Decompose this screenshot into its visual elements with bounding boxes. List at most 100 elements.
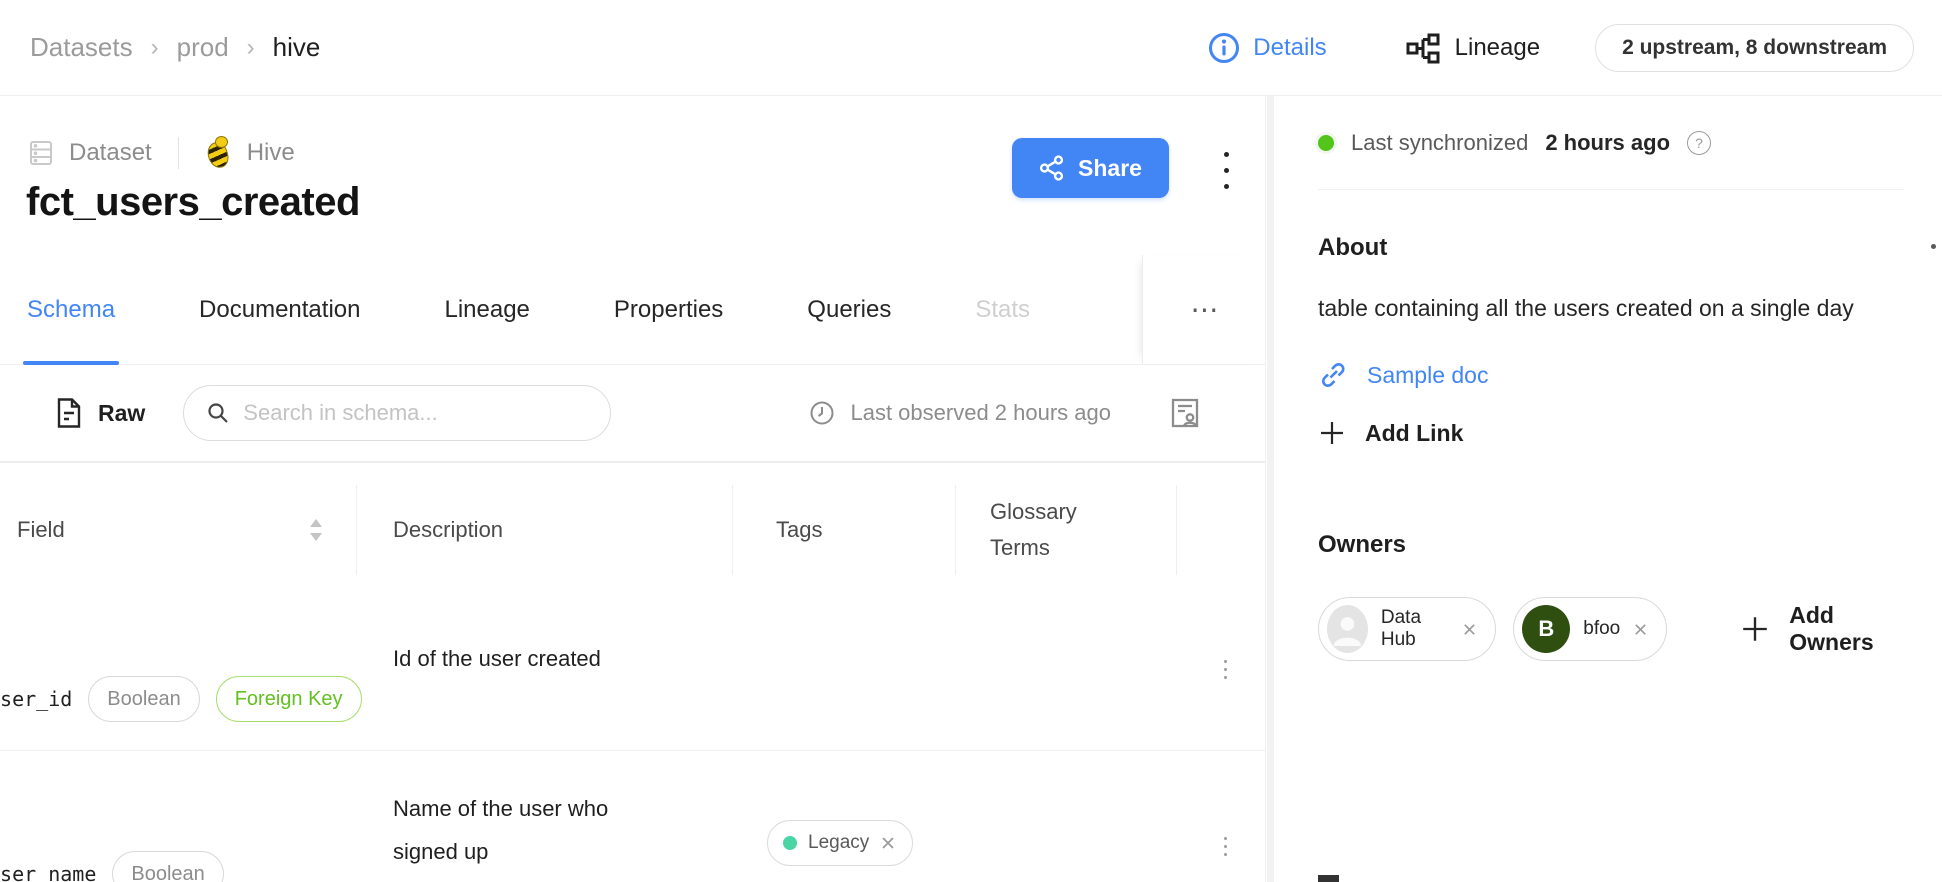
field-name: user_id xyxy=(0,687,72,711)
breadcrumb: Datasets › prod › hive xyxy=(30,32,320,63)
avatar: B xyxy=(1522,605,1570,653)
sync-status-label: Last synchronized xyxy=(1351,130,1528,156)
details-label: Details xyxy=(1253,34,1326,62)
lineage-label: Lineage xyxy=(1455,34,1540,62)
table-row[interactable]: Id of the user created user_id Boolean F… xyxy=(0,597,1266,751)
field-name-cell: user_name Boolean xyxy=(0,851,368,882)
type-badge: Boolean xyxy=(88,676,199,722)
tab-properties[interactable]: Properties xyxy=(614,255,723,364)
tab-lineage[interactable]: Lineage xyxy=(444,255,529,364)
owner-name: bfoo xyxy=(1583,618,1620,640)
close-icon[interactable] xyxy=(1633,622,1648,637)
tab-documentation[interactable]: Documentation xyxy=(199,255,360,364)
tag-chip-legacy[interactable]: Legacy xyxy=(767,820,913,866)
sync-status-time: 2 hours ago xyxy=(1545,130,1670,156)
breadcrumb-prod[interactable]: prod xyxy=(177,32,229,63)
field-name: user_name xyxy=(0,862,96,882)
tab-queries[interactable]: Queries xyxy=(807,255,891,364)
schema-toolbar: Raw Last observed 2 hours ago xyxy=(0,365,1266,463)
last-observed-label: Last observed 2 hours ago xyxy=(850,400,1111,426)
sample-doc-link[interactable]: Sample doc xyxy=(1318,360,1904,390)
clock-icon xyxy=(809,400,835,426)
column-header-field: Field xyxy=(17,517,65,543)
add-owners-label: Add Owners xyxy=(1789,602,1904,656)
sync-status-dot xyxy=(1318,135,1334,151)
entity-main-panel: Dataset Hive Share fct_users_created Sch… xyxy=(0,96,1266,882)
schema-table-header: Field Description Tags Glossary Terms xyxy=(0,463,1266,597)
about-section-heading: About xyxy=(1318,234,1904,262)
entity-sidebar: Last synchronized 2 hours ago ? About ta… xyxy=(1274,96,1942,882)
close-icon[interactable] xyxy=(1462,622,1477,637)
document-icon xyxy=(55,397,83,429)
lineage-toggle[interactable]: Lineage xyxy=(1405,32,1540,64)
platform-label: Hive xyxy=(247,139,295,167)
owner-chip-bfoo[interactable]: B bfoo xyxy=(1513,597,1667,661)
link-icon xyxy=(1318,360,1348,390)
plus-icon xyxy=(1318,419,1346,447)
field-name-cell: user_id Boolean Foreign Key xyxy=(0,676,368,722)
add-link-label: Add Link xyxy=(1365,420,1463,447)
add-owners-button[interactable]: Add Owners xyxy=(1740,602,1904,656)
raw-label: Raw xyxy=(98,400,145,427)
column-header-description: Description xyxy=(393,517,503,543)
breadcrumb-datasets[interactable]: Datasets xyxy=(30,32,133,63)
add-link-button[interactable]: Add Link xyxy=(1318,419,1904,447)
sync-status: Last synchronized 2 hours ago ? xyxy=(1318,130,1904,156)
schema-table-body: Id of the user created user_id Boolean F… xyxy=(0,597,1266,882)
raw-toggle-button[interactable]: Raw xyxy=(55,397,145,429)
edit-icon[interactable] xyxy=(1931,244,1936,249)
owner-name: Data Hub xyxy=(1381,607,1449,651)
owners-list: Data Hub B bfoo Add Owners xyxy=(1318,597,1904,661)
share-button[interactable]: Share xyxy=(1012,138,1169,198)
sort-icon[interactable] xyxy=(309,519,323,541)
next-section-heading-clipped xyxy=(1318,875,1339,882)
scrollbar[interactable] xyxy=(1267,96,1274,882)
owner-chip-datahub[interactable]: Data Hub xyxy=(1318,597,1496,661)
lineage-graph-icon xyxy=(1405,32,1441,64)
owners-section-heading: Owners xyxy=(1318,531,1904,559)
field-description: Name of the user who signed up xyxy=(393,787,665,873)
divider xyxy=(1318,189,1904,190)
last-observed: Last observed 2 hours ago xyxy=(809,400,1111,426)
avatar xyxy=(1327,605,1368,653)
type-badge: Boolean xyxy=(112,851,223,882)
row-options-kebab-icon[interactable] xyxy=(1224,660,1227,679)
info-circle-icon xyxy=(1208,32,1240,64)
table-row[interactable]: Name of the user who signed up Legacy us… xyxy=(0,751,1266,882)
entity-type-row: Dataset Hive xyxy=(27,136,295,170)
entity-type-label: Dataset xyxy=(69,139,152,167)
about-description: table containing all the users created o… xyxy=(1318,286,1918,330)
share-label: Share xyxy=(1078,155,1142,182)
tabs-overflow-button[interactable]: ⋯ xyxy=(1142,255,1266,364)
breadcrumb-hive[interactable]: hive xyxy=(273,32,321,63)
question-circle-icon[interactable]: ? xyxy=(1687,131,1711,155)
chevron-right-icon: › xyxy=(151,34,159,62)
page-title: fct_users_created xyxy=(26,180,360,225)
share-icon xyxy=(1039,155,1065,181)
audit-log-icon[interactable] xyxy=(1169,396,1201,430)
plus-icon xyxy=(1740,614,1770,644)
search-icon xyxy=(206,401,230,425)
column-header-tags: Tags xyxy=(776,517,822,543)
tab-stats: Stats xyxy=(975,255,1030,364)
foreign-key-badge[interactable]: Foreign Key xyxy=(216,676,362,722)
search-input[interactable] xyxy=(243,400,600,426)
details-toggle[interactable]: Details xyxy=(1208,32,1326,64)
hive-logo-icon xyxy=(205,136,233,170)
top-bar: Datasets › prod › hive Details Lineage 2… xyxy=(0,0,1942,96)
field-description: Id of the user created xyxy=(393,637,601,680)
column-header-glossary-terms: Glossary Terms xyxy=(990,494,1140,566)
lineage-count-badge[interactable]: 2 upstream, 8 downstream xyxy=(1595,24,1914,72)
tab-schema[interactable]: Schema xyxy=(27,255,115,364)
close-icon[interactable] xyxy=(880,835,896,851)
chevron-right-icon: › xyxy=(247,34,255,62)
sample-doc-label: Sample doc xyxy=(1367,362,1488,389)
entity-tabs: Schema Documentation Lineage Properties … xyxy=(0,255,1266,365)
row-options-kebab-icon[interactable] xyxy=(1224,837,1227,856)
ellipsis-icon: ⋯ xyxy=(1191,293,1219,326)
tag-label: Legacy xyxy=(808,832,869,854)
divider xyxy=(178,137,179,169)
dataset-icon xyxy=(27,139,55,167)
schema-search xyxy=(183,385,611,441)
more-options-kebab-icon[interactable] xyxy=(1216,152,1236,189)
